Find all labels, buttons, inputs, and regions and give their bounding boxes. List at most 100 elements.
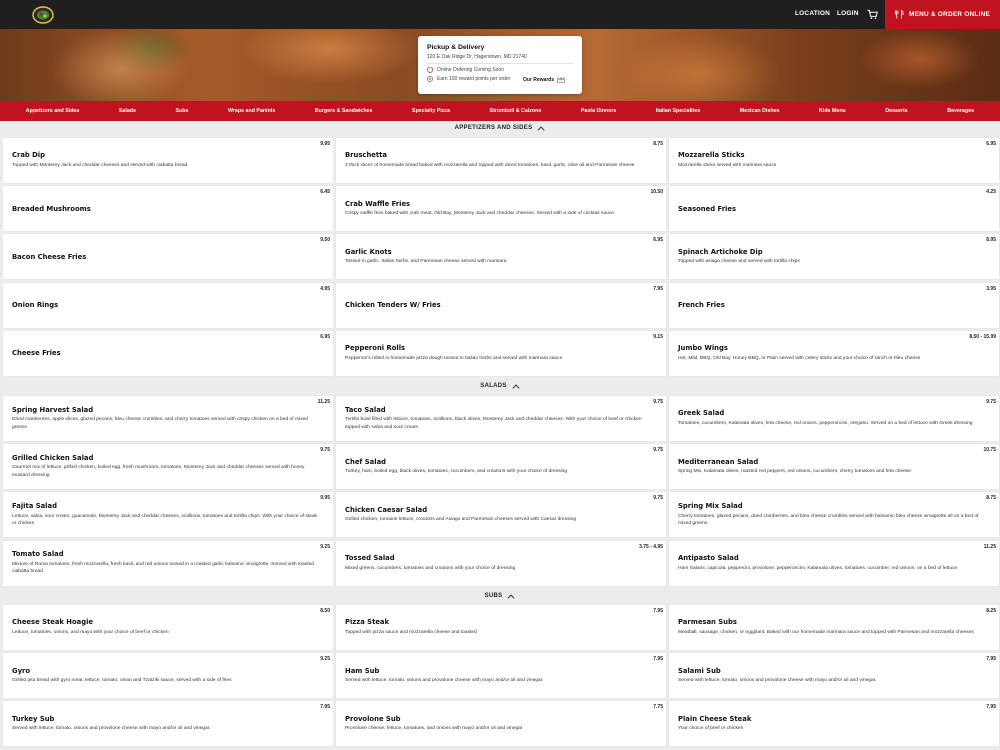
item-name: Salami Sub <box>678 666 721 675</box>
nav-login-link[interactable]: LOGIN <box>837 10 859 17</box>
menu-item-card[interactable]: 8.75 Bruschetta 3 thick slices of homemade… <box>336 138 666 183</box>
item-description: Tossed in garlic, Italian herbs, and Par… <box>345 259 507 265</box>
chevron-up-icon[interactable] <box>537 125 545 131</box>
category-pasta-dinners[interactable]: Pasta Dinners <box>581 108 616 114</box>
menu-item-card[interactable]: 3.95 French Fries <box>669 282 999 328</box>
menu-item-card[interactable]: 11.25 Antipasto Salad Ham Salami, capicola… <box>669 540 999 586</box>
menu-item-card[interactable]: 8.50 Cheese Steak Hoagie Lettuce, tomatoes… <box>3 605 333 650</box>
item-body: Chicken Tenders W/ Fries <box>345 283 652 328</box>
menu-item-card[interactable]: 8.75 Spring Mix Salad Cherry tomatoes, gla… <box>669 492 999 538</box>
category-specialty-pizza[interactable]: Specialty Pizza <box>412 108 450 114</box>
menu-item-card[interactable]: 7.95 Ham Sub Served with lettuce, tomato, … <box>336 653 666 699</box>
item-description: Topped with asiago cheese and served wit… <box>678 259 800 265</box>
category-appetizers-and-sides[interactable]: Appetizers and Sides <box>26 108 80 114</box>
menu-item-card[interactable]: 9.15 Pepperoni Rolls Pepperoni's rolled in… <box>336 330 666 376</box>
menu-item-card[interactable]: 9.95 Crab Dip Topped with Monterey Jack an… <box>3 138 333 183</box>
item-description: Ham Salami, capicola, pepperoni, provolo… <box>678 565 958 571</box>
pickup-address: 120 E Oak Ridge Dr, Hagerstown, MD 21740 <box>427 54 573 64</box>
category-burgers-and-sandwiches[interactable]: Burgers & Sandwiches <box>315 108 373 114</box>
item-name: Spring Mix Salad <box>678 502 743 511</box>
nav-location-link[interactable]: LOCATION <box>795 10 830 17</box>
menu-item-card[interactable]: 9.75 Chicken Caesar Salad Grilled chicken,… <box>336 492 666 538</box>
menu-item-card[interactable]: 7.75 Provolone Sub Provolone cheese, lettu… <box>336 701 666 747</box>
menu-item-card[interactable]: 4.25 Seasoned Fries <box>669 186 999 232</box>
item-body: Tomato Salad Mixture of Roma tomatoes, fr… <box>12 541 319 586</box>
section-header-salads[interactable]: SALADS <box>0 379 1000 393</box>
category-kids-menu[interactable]: Kids Menu <box>819 108 846 114</box>
item-price: 11.25 <box>317 399 330 405</box>
menu-item-card[interactable]: 7.95 Pizza Steak Topped with pizza sauce a… <box>336 605 666 650</box>
item-name: Spinach Artichoke Dip <box>678 247 763 256</box>
item-body: Chicken Caesar Salad Grilled chicken, rom… <box>345 492 652 537</box>
item-description: Spring Mix, Kalamata olives, roasted red… <box>678 469 911 475</box>
chevron-up-icon[interactable] <box>507 593 515 599</box>
category-stromboli-and-calzone[interactable]: Stromboli & Calzone <box>490 108 542 114</box>
our-rewards-label: Our Rewards <box>523 77 555 83</box>
category-desserts[interactable]: Desserts <box>885 108 907 114</box>
alert-icon <box>427 67 433 73</box>
menu-item-card[interactable]: 9.75 Grilled Chicken Salad Gourmet mix of … <box>3 444 333 490</box>
item-name: Jumbo Wings <box>678 344 728 353</box>
reward-points-text: Earn 100 reward points per order <box>437 76 511 82</box>
menu-item-card[interactable]: 8.50 - 15.99 Jumbo Wings Hot, Mild, BBQ, O… <box>669 330 999 376</box>
item-price: 8.75 <box>986 495 996 502</box>
item-name: Bacon Cheese Fries <box>12 252 87 261</box>
menu-item-card[interactable]: 7.95 Salami Sub Served with lettuce, tomat… <box>669 653 999 699</box>
item-name: Greek Salad <box>678 409 725 418</box>
menu-item-card[interactable]: 4.95 Onion Rings <box>3 282 333 328</box>
item-body: Jumbo Wings Hot, Mild, BBQ, Old Bay, Hone… <box>678 331 985 376</box>
menu-item-card[interactable]: 6.95 Cheese Fries <box>3 330 333 376</box>
menu-item-card[interactable]: 9.75 Greek Salad Tomatoes, cucumbers, Kala… <box>669 396 999 441</box>
chevron-up-icon[interactable] <box>512 383 520 389</box>
item-name: Breaded Mushrooms <box>12 204 91 213</box>
item-description: Crispy waffle fries baked with crab meat… <box>345 211 614 217</box>
category-mexican-dishes[interactable]: Mexican Dishes <box>740 108 780 114</box>
menu-order-online-button[interactable]: MENU & ORDER ONLINE <box>885 0 1000 29</box>
category-wraps-and-paninis[interactable]: Wraps and Paninis <box>228 108 275 114</box>
item-name: Provolone Sub <box>345 714 401 723</box>
menu-item-card[interactable]: 6.45 Breaded Mushrooms <box>3 186 333 232</box>
menu-item-card[interactable]: 8.25 Parmesan Subs Meatball, sausage, chic… <box>669 605 999 650</box>
menu-item-card[interactable]: 9.25 Tomato Salad Mixture of Roma tomatoes… <box>3 540 333 586</box>
cart-icon[interactable] <box>867 9 878 20</box>
category-italian-specialties[interactable]: Italian Specialties <box>656 108 700 114</box>
menu-item-card[interactable]: 8.95 Spinach Artichoke Dip Topped with asi… <box>669 234 999 280</box>
category-salads[interactable]: Salads <box>119 108 136 114</box>
menu-item-card[interactable]: 6.95 Mozzarella Sticks Mozzarella sticks s… <box>669 138 999 183</box>
item-description: Mixture of Roma tomatoes, fresh mozzarel… <box>12 561 315 575</box>
item-name: Pizza Steak <box>345 618 390 627</box>
section-title: APPETIZERS AND SIDES <box>454 125 533 131</box>
menu-item-card[interactable]: 7.95 Chicken Tenders W/ Fries <box>336 282 666 328</box>
menu-item-card[interactable]: 3.75 - 4.95 Tossed Salad Mixed greens, cuc… <box>336 540 666 586</box>
menu-item-card[interactable]: 9.75 Chef Salad Turkey, ham, boiled egg, b… <box>336 444 666 490</box>
category-nav: Appetizers and Sides Salads Subs Wraps a… <box>0 101 1000 121</box>
logo[interactable] <box>31 5 55 25</box>
category-beverages[interactable]: Beverages <box>947 108 974 114</box>
item-price: 8.95 <box>986 237 996 244</box>
menu-item-card[interactable]: 9.95 Fajita Salad Lettuce, salsa, sour cre… <box>3 492 333 538</box>
item-body: Gyro Grilled pita bread with gyro meat, l… <box>12 653 319 698</box>
menu-item-card[interactable]: 6.95 Garlic Knots Tossed in garlic, Italia… <box>336 234 666 280</box>
section-header-appetizers-and-sides[interactable]: APPETIZERS AND SIDES <box>0 121 1000 135</box>
menu-item-card[interactable]: 9.50 Bacon Cheese Fries <box>3 234 333 280</box>
item-body: Grilled Chicken Salad Gourmet mix of lett… <box>12 444 319 489</box>
menu-item-card[interactable]: 10.75 Mediterranean Salad Spring Mix, Kala… <box>669 444 999 490</box>
category-subs[interactable]: Subs <box>175 108 188 114</box>
menu-item-card[interactable]: 11.25 Spring Harvest Salad Dried cranberri… <box>3 396 333 441</box>
section-title: SUBS <box>484 593 503 599</box>
item-price: 7.95 <box>320 704 330 711</box>
section-header-subs[interactable]: SUBS <box>0 589 1000 603</box>
item-price: 6.95 <box>653 237 663 244</box>
item-price: 9.75 <box>653 447 663 454</box>
menu-item-card[interactable]: 7.95 Plain Cheese Steak Your choice of bee… <box>669 701 999 747</box>
item-description: Tomatoes, cucumbers, Kalamata olives, fe… <box>678 420 973 426</box>
item-price: 10.75 <box>983 447 996 454</box>
our-rewards-link[interactable]: Our Rewards <box>523 77 565 83</box>
menu-item-card[interactable]: 10.50 Crab Waffle Fries Crispy waffle frie… <box>336 186 666 232</box>
menu-item-card[interactable]: 9.25 Gyro Grilled pita bread with gyro mea… <box>3 653 333 699</box>
menu-item-card[interactable]: 9.75 Taco Salad Tortilla bowl filled with … <box>336 396 666 441</box>
item-description: Provolone cheese, lettuce, tomatoes, and… <box>345 726 523 732</box>
menu-item-card[interactable]: 7.95 Turkey Sub Served with lettuce, tomat… <box>3 701 333 747</box>
pickup-title: Pickup & Delivery <box>427 44 485 51</box>
item-price: 7.75 <box>653 704 663 711</box>
